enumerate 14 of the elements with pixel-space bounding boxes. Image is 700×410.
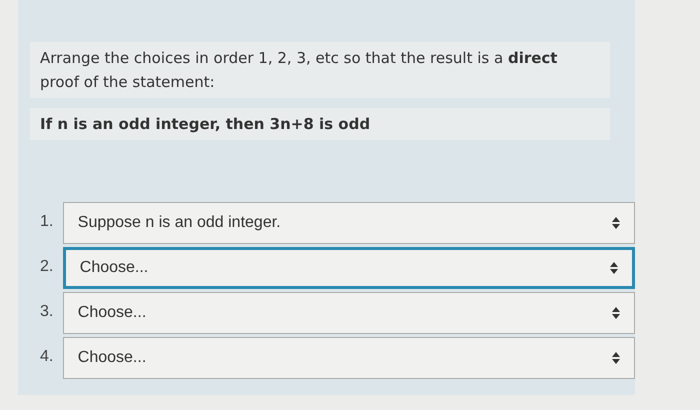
sort-arrows-icon xyxy=(612,217,620,229)
item-number: 4. xyxy=(39,347,54,367)
item-number: 2. xyxy=(39,257,54,277)
answer-dropdown[interactable]: Choose... xyxy=(62,292,635,334)
sort-arrows-icon xyxy=(612,307,620,319)
statement-text: If n is an odd integer, then 3n+8 is odd xyxy=(30,108,610,140)
answer-dropdown[interactable]: Choose... xyxy=(62,247,635,289)
sort-arrows-icon xyxy=(610,262,618,274)
question-text: Arrange the choices in order 1, 2, 3, etc so that the result is a direct proof of the statement: xyxy=(30,42,610,98)
answer-dropdown[interactable]: Suppose n is an odd integer. xyxy=(62,202,635,244)
item-number: 1. xyxy=(39,212,54,232)
sort-arrows-icon xyxy=(612,352,620,364)
item-number: 3. xyxy=(39,302,54,322)
answer-dropdown[interactable]: Choose... xyxy=(62,337,635,379)
